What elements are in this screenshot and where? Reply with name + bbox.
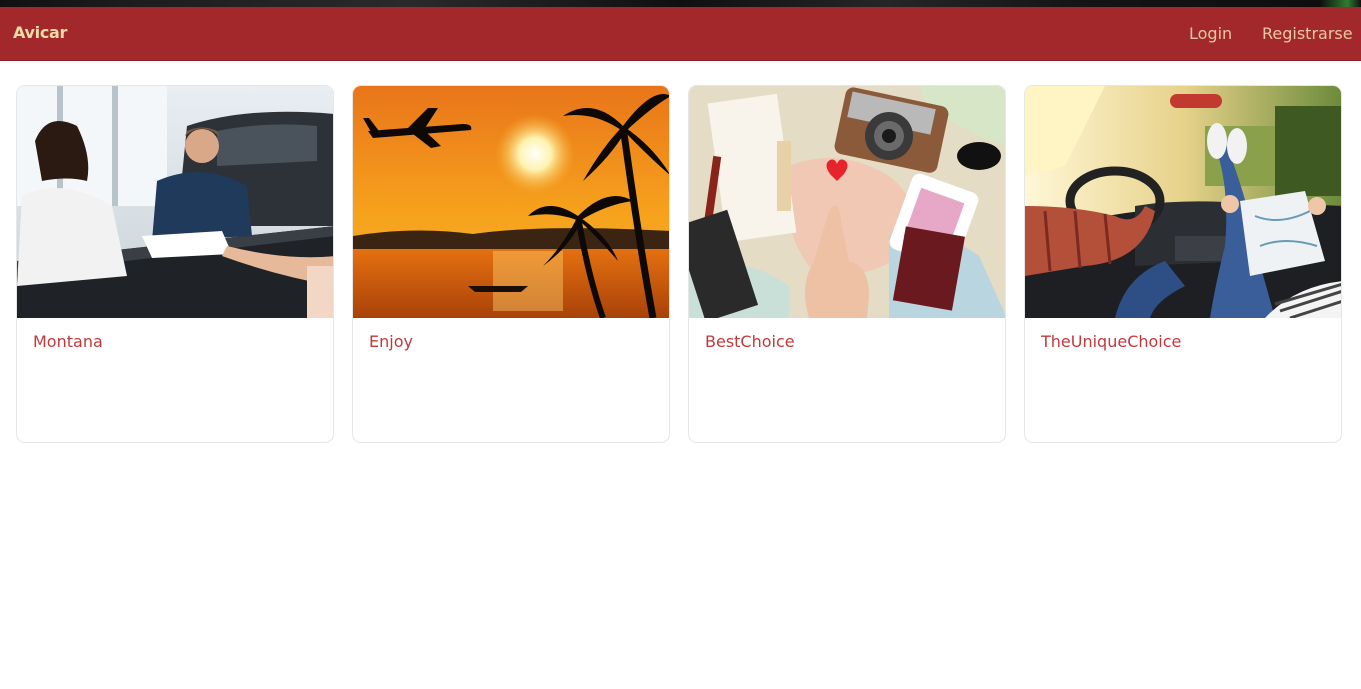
card-title[interactable]: Montana (33, 332, 103, 351)
brand-logo[interactable]: Avicar (13, 23, 67, 42)
card-title[interactable]: BestChoice (705, 332, 795, 351)
travel-map-image[interactable] (689, 86, 1005, 318)
tropical-sunset-image[interactable] (353, 86, 669, 318)
navbar: Avicar Login Registrarse (0, 7, 1361, 61)
register-link[interactable]: Registrarse (1262, 24, 1353, 43)
card-title[interactable]: Enjoy (369, 332, 413, 351)
car-dealership-image[interactable] (17, 86, 333, 318)
top-window-strip (0, 0, 1361, 7)
card-bestchoice[interactable]: BestChoice (688, 85, 1006, 443)
card-title[interactable]: TheUniqueChoice (1041, 332, 1181, 351)
login-link[interactable]: Login (1189, 24, 1232, 43)
card-theuniquechoice[interactable]: TheUniqueChoice (1024, 85, 1342, 443)
card-montana[interactable]: Montana (16, 85, 334, 443)
road-trip-image[interactable] (1025, 86, 1341, 318)
card-enjoy[interactable]: Enjoy (352, 85, 670, 443)
